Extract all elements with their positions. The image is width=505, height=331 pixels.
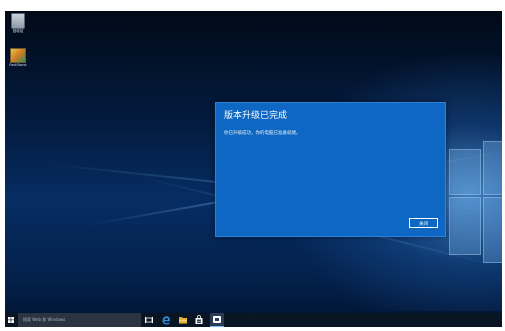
file-explorer-button[interactable] xyxy=(178,315,188,325)
wallpaper-window-pane xyxy=(483,197,502,263)
active-app-button[interactable] xyxy=(210,313,224,327)
recycle-bin-icon xyxy=(11,13,25,29)
task-view-button[interactable] xyxy=(144,315,154,325)
desktop-icon-recycle-bin[interactable]: 回收站 xyxy=(5,13,31,34)
wallpaper-window-pane xyxy=(449,149,481,195)
desktop-icon-label: 回收站 xyxy=(12,29,24,33)
dialog-title: 版本升级已完成 xyxy=(224,111,288,121)
active-app-icon xyxy=(213,316,221,323)
store-icon xyxy=(195,315,203,324)
close-button[interactable]: 关闭 xyxy=(409,218,438,228)
desktop-icon-faststone[interactable]: FastStone xyxy=(5,48,31,68)
windows-start-icon xyxy=(8,317,14,323)
file-explorer-icon xyxy=(179,317,187,324)
dialog-message: 你已升级成功，你的电脑已准备就绪。 xyxy=(224,131,301,136)
task-view-icon xyxy=(145,317,153,323)
search-input[interactable]: 搜索 Web 和 Windows xyxy=(18,313,141,327)
wallpaper-window-pane xyxy=(483,141,502,195)
desktop-icon-label: FastStone xyxy=(9,63,27,67)
wallpaper-window-pane xyxy=(449,197,481,255)
edge-icon xyxy=(162,316,170,325)
faststone-icon xyxy=(10,48,26,63)
store-button[interactable] xyxy=(194,315,204,325)
taskbar: 搜索 Web 和 Windows xyxy=(5,313,502,327)
upgrade-complete-dialog: 版本升级已完成 你已升级成功，你的电脑已准备就绪。 关闭 xyxy=(215,102,446,237)
start-button[interactable] xyxy=(5,313,17,327)
active-indicator xyxy=(210,326,224,327)
edge-button[interactable] xyxy=(161,315,171,325)
